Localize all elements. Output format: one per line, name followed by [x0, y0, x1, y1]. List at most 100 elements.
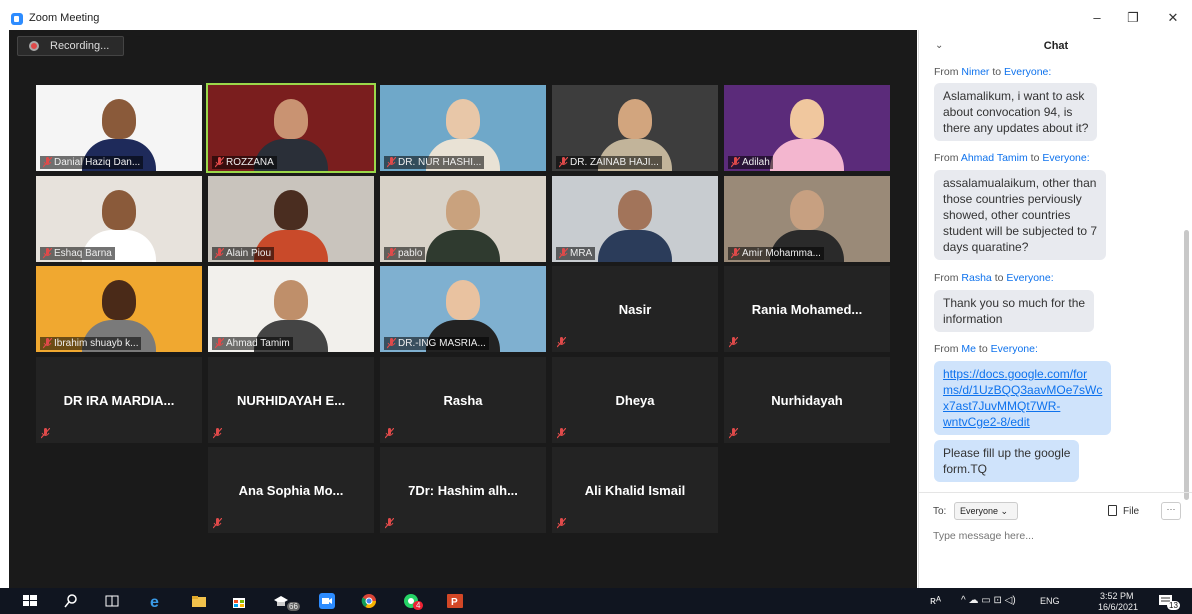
- windows-start-icon[interactable]: [22, 593, 38, 609]
- participant-tile[interactable]: MRA: [552, 176, 718, 262]
- tray-icons[interactable]: ^ ☁ ▭ ⊡ ◁): [961, 595, 1016, 606]
- notification-count: 13: [1167, 601, 1180, 610]
- participant-tile[interactable]: Rasha: [380, 357, 546, 443]
- chat-link-message[interactable]: https://docs.google.com/for ms/d/1UzBQQ3a…: [934, 361, 1112, 435]
- participant-name: ROZZANA: [212, 156, 277, 169]
- more-options-button[interactable]: ···: [1161, 502, 1181, 520]
- muted-mic-icon: [384, 426, 395, 439]
- participant-head: [790, 99, 824, 139]
- edge-icon[interactable]: e: [149, 593, 165, 609]
- participant-tile[interactable]: Amir Mohamma...: [724, 176, 890, 262]
- svg-text:e: e: [150, 594, 159, 609]
- participant-name: Nurhidayah: [771, 393, 843, 408]
- chat-message: Please fill up the google form.TQ: [934, 440, 1080, 482]
- participant-tile[interactable]: Dheya: [552, 357, 718, 443]
- recipient-select[interactable]: Everyone ⌄: [954, 502, 1018, 520]
- chat-message: Aslamalikum, i want to ask about convocat…: [934, 83, 1098, 141]
- participant-name: Rania Mohamed...: [751, 302, 863, 317]
- chat-message-header: From Ahmad Tamim to Everyone:: [934, 152, 1090, 164]
- participant-tile[interactable]: ROZZANA: [206, 83, 376, 173]
- participant-name: Ibrahim shuayb k...: [40, 337, 142, 350]
- muted-mic-icon: [214, 156, 225, 168]
- participant-name: MRA: [556, 247, 596, 260]
- participant-head: [274, 280, 308, 320]
- window-title: Zoom Meeting: [29, 12, 100, 24]
- participant-tile[interactable]: Alain Piou: [208, 176, 374, 262]
- muted-mic-icon: [40, 426, 51, 439]
- participant-name: Rasha: [443, 393, 483, 408]
- muted-mic-icon: [212, 426, 223, 439]
- participant-tile[interactable]: Ali Khalid Ismail: [552, 447, 718, 533]
- muted-mic-icon: [728, 335, 739, 348]
- participant-head: [446, 190, 480, 230]
- clock-date[interactable]: 16/6/2021: [1098, 602, 1138, 612]
- people-icon[interactable]: ʀᴬ: [930, 595, 941, 607]
- restore-button[interactable]: ❐: [1118, 8, 1148, 28]
- file-icon: [1108, 505, 1117, 516]
- participant-name: Alain Piou: [212, 247, 275, 260]
- participant-head: [618, 190, 652, 230]
- participant-name: Ana Sophia Mo...: [238, 483, 344, 498]
- participant-tile[interactable]: Ana Sophia Mo...: [208, 447, 374, 533]
- muted-mic-icon: [730, 156, 741, 168]
- participant-tile[interactable]: Danial Haziq Dan...: [36, 85, 202, 171]
- composer-divider: [919, 492, 1192, 493]
- participant-tile[interactable]: pablo: [380, 176, 546, 262]
- chat-message-input[interactable]: [933, 527, 1183, 545]
- search-icon[interactable]: [63, 593, 79, 609]
- chat-scrollbar[interactable]: [1184, 230, 1189, 500]
- muted-mic-icon: [556, 426, 567, 439]
- chat-panel: ⌄ Chat From Nimer to Everyone: Aslamalik…: [918, 30, 1192, 588]
- muted-mic-icon: [730, 247, 741, 259]
- participant-tile[interactable]: Rania Mohamed...: [724, 266, 890, 352]
- participant-name: Ahmad Tamim: [212, 337, 293, 350]
- participant-tile[interactable]: DR. NUR HASHI...: [380, 85, 546, 171]
- participant-name: Eshaq Barna: [40, 247, 115, 260]
- notification-badge: 66: [287, 602, 300, 611]
- participant-head: [446, 99, 480, 139]
- powerpoint-icon[interactable]: P: [447, 593, 463, 609]
- language-indicator[interactable]: ENG: [1040, 596, 1060, 606]
- muted-mic-icon: [556, 516, 567, 529]
- chat-title: Chat: [1043, 40, 1069, 52]
- task-view-icon[interactable]: [104, 593, 120, 609]
- participant-tile[interactable]: Nurhidayah: [724, 357, 890, 443]
- participant-body: [426, 230, 500, 262]
- zoom-taskbar-icon[interactable]: [319, 593, 335, 609]
- participant-name: DR. ZAINAB HAJI...: [556, 156, 662, 169]
- clock-time[interactable]: 3:52 PM: [1100, 591, 1134, 601]
- participant-tile[interactable]: Ibrahim shuayb k...: [36, 266, 202, 352]
- muted-mic-icon: [384, 516, 395, 529]
- participant-name: 7Dr: Hashim alh...: [408, 483, 518, 498]
- participant-tile[interactable]: Adilah: [724, 85, 890, 171]
- chrome-icon[interactable]: [361, 593, 377, 609]
- participant-tile[interactable]: Nasir: [552, 266, 718, 352]
- muted-mic-icon: [386, 247, 397, 259]
- participant-body: [770, 139, 844, 171]
- participant-tile[interactable]: Ahmad Tamim: [208, 266, 374, 352]
- participant-tile[interactable]: DR. ZAINAB HAJI...: [552, 85, 718, 171]
- file-explorer-icon[interactable]: [191, 593, 207, 609]
- file-button[interactable]: File: [1108, 505, 1139, 517]
- close-button[interactable]: ✕: [1158, 8, 1188, 28]
- participant-head: [102, 190, 136, 230]
- notification-badge: 4: [413, 601, 424, 610]
- muted-mic-icon: [212, 516, 223, 529]
- muted-mic-icon: [42, 337, 53, 349]
- minimize-button[interactable]: –: [1082, 8, 1112, 28]
- participant-tile[interactable]: DR.-ING MASRIA...: [380, 266, 546, 352]
- participant-tile[interactable]: 7Dr: Hashim alh...: [380, 447, 546, 533]
- participant-name: DR IRA MARDIA...: [63, 393, 175, 408]
- participant-name: DR. NUR HASHI...: [384, 156, 485, 169]
- recording-indicator[interactable]: Recording...: [17, 36, 124, 56]
- chat-message-header: From Me to Everyone:: [934, 343, 1038, 355]
- participant-head: [618, 99, 652, 139]
- participant-tile[interactable]: Eshaq Barna: [36, 176, 202, 262]
- muted-mic-icon: [42, 156, 53, 168]
- participant-name: Adilah: [728, 156, 773, 169]
- store-icon[interactable]: [231, 593, 247, 609]
- participant-tile[interactable]: NURHIDAYAH E...: [208, 357, 374, 443]
- participant-tile[interactable]: DR IRA MARDIA...: [36, 357, 202, 443]
- zoom-app-icon: [11, 13, 23, 25]
- participant-head: [102, 280, 136, 320]
